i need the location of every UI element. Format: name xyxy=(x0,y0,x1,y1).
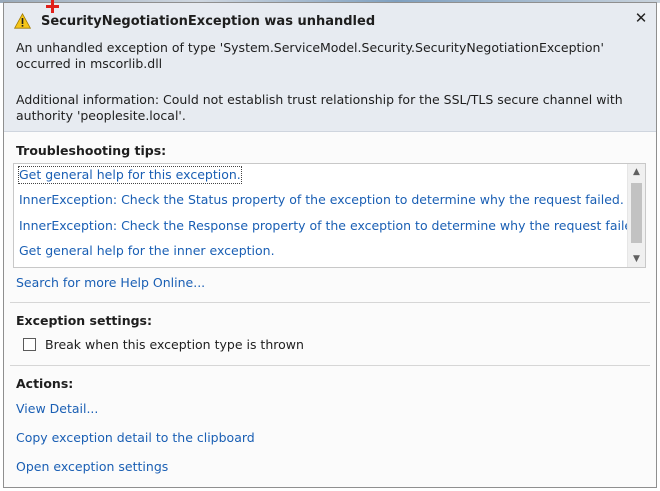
dialog-title: SecurityNegotiationException was unhandl… xyxy=(41,13,376,29)
open-exception-settings-link[interactable]: Open exception settings xyxy=(16,459,168,474)
dialog-header: SecurityNegotiationException was unhandl… xyxy=(4,3,656,132)
troubleshooting-tips-list: Get general help for this exception. Inn… xyxy=(13,163,646,268)
break-on-throw-label: Break when this exception type is thrown xyxy=(45,337,304,352)
break-on-throw-option[interactable]: Break when this exception type is thrown xyxy=(23,337,304,352)
scroll-down-icon[interactable]: ▼ xyxy=(628,251,645,267)
title-row: SecurityNegotiationException was unhandl… xyxy=(14,10,375,32)
scroll-thumb[interactable] xyxy=(631,183,642,243)
divider xyxy=(10,302,650,303)
additional-information: Additional information: Could not establ… xyxy=(16,92,623,123)
search-help-online-link[interactable]: Search for more Help Online... xyxy=(16,275,205,290)
tips-scrollbar[interactable]: ▲ ▼ xyxy=(627,164,645,267)
tip-response-property[interactable]: InnerException: Check the Response prope… xyxy=(19,218,644,234)
exception-settings-heading: Exception settings: xyxy=(16,313,152,328)
tip-inner-exception-help[interactable]: Get general help for the inner exception… xyxy=(19,243,275,259)
tip-status-property[interactable]: InnerException: Check the Status propert… xyxy=(19,192,624,208)
cursor-cross-icon xyxy=(46,0,59,13)
break-on-throw-checkbox[interactable] xyxy=(23,338,36,351)
divider xyxy=(10,365,650,366)
exception-assistant-dialog: SecurityNegotiationException was unhandl… xyxy=(3,2,657,488)
view-detail-link[interactable]: View Detail... xyxy=(16,401,98,416)
close-icon: ✕ xyxy=(634,9,648,27)
exception-message: An unhandled exception of type 'System.S… xyxy=(16,40,604,71)
close-button[interactable]: ✕ xyxy=(632,9,650,27)
warning-icon xyxy=(14,13,31,29)
troubleshooting-heading: Troubleshooting tips: xyxy=(16,143,167,158)
tip-general-help[interactable]: Get general help for this exception. xyxy=(18,166,242,184)
actions-heading: Actions: xyxy=(16,376,74,391)
copy-exception-detail-link[interactable]: Copy exception detail to the clipboard xyxy=(16,430,255,445)
scroll-up-icon[interactable]: ▲ xyxy=(628,164,645,180)
